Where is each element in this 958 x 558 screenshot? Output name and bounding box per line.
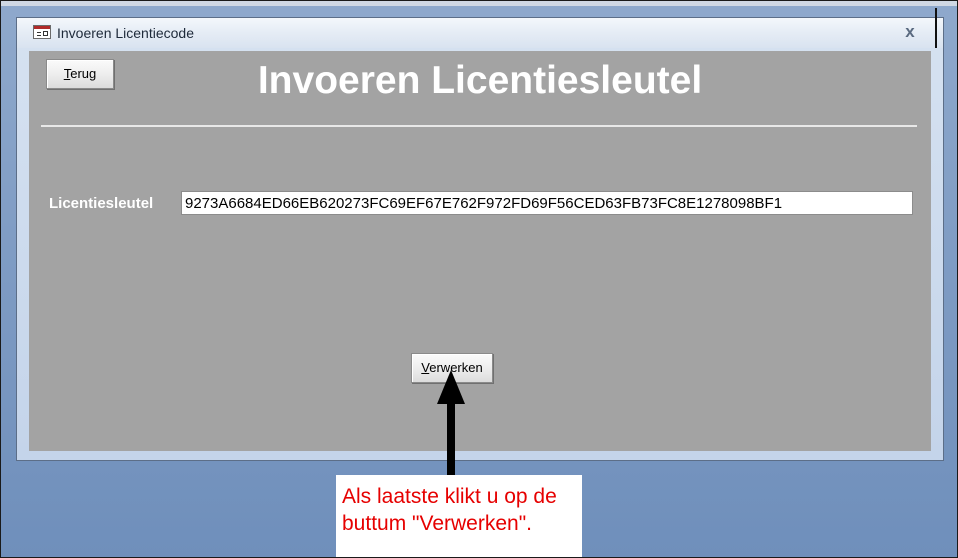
- desktop-top-strip: [0, 0, 958, 6]
- form-heading: Invoeren Licentiesleutel: [257, 59, 703, 102]
- window-titlebar[interactable]: Invoeren Licentiecode x: [17, 18, 943, 48]
- arrow-up-icon: [437, 370, 465, 480]
- screen-edge-mark: [935, 8, 937, 48]
- form-icon: [33, 25, 51, 39]
- window-title: Invoeren Licentiecode: [57, 25, 194, 41]
- license-key-input[interactable]: [181, 191, 913, 215]
- instruction-callout: Als laatste klikt u op de buttum "Verwer…: [336, 475, 582, 558]
- access-form-window: Invoeren Licentiecode x Terug Invoeren L…: [16, 17, 944, 461]
- license-key-label: Licentiesleutel: [49, 195, 154, 212]
- heading-divider: [41, 125, 917, 127]
- close-icon[interactable]: x: [899, 21, 921, 43]
- form-body: Terug Invoeren Licentiesleutel Licenties…: [29, 51, 931, 451]
